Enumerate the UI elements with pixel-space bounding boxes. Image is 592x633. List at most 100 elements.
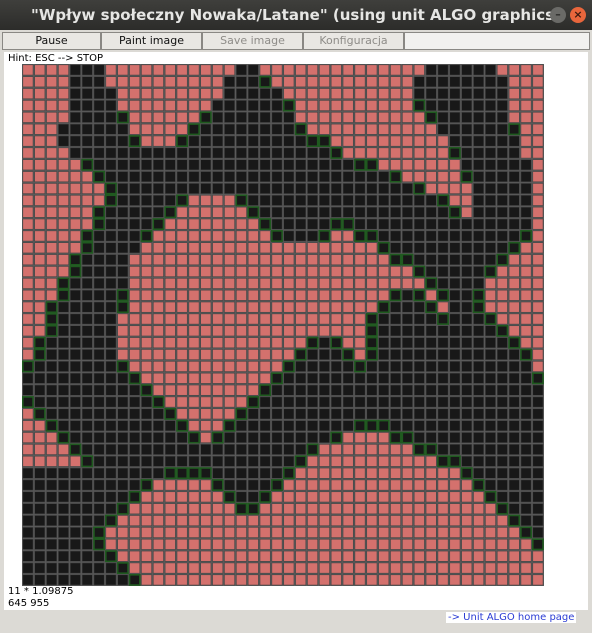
grid-cell <box>318 538 330 550</box>
cell-grid[interactable] <box>22 64 544 586</box>
grid-cell <box>200 218 212 230</box>
grid-cell <box>117 515 129 527</box>
grid-cell <box>283 562 295 574</box>
grid-cell <box>200 349 212 361</box>
grid-cell <box>390 159 402 171</box>
grid-cell <box>69 64 81 76</box>
canvas-area[interactable]: Hint: ESC --> STOP 11 * 1.09875 645 955 <box>4 52 588 610</box>
grid-cell <box>46 467 58 479</box>
grid-cell <box>58 183 69 194</box>
grid-cell <box>105 194 117 207</box>
grid-cell <box>69 171 81 183</box>
grid-cell <box>34 76 46 88</box>
grid-cell <box>22 444 34 455</box>
grid-cell <box>402 159 413 171</box>
grid-cell <box>318 479 330 491</box>
grid-cell <box>212 194 224 206</box>
close-icon[interactable]: × <box>570 7 586 23</box>
grid-cell <box>496 408 508 420</box>
grid-cell <box>496 183 508 194</box>
grid-cell <box>295 111 307 123</box>
save-image-button[interactable]: Save image <box>202 32 303 50</box>
grid-cell <box>81 444 93 455</box>
grid-cell <box>365 419 378 432</box>
grid-cell <box>117 349 129 361</box>
grid-cell <box>164 159 176 171</box>
grid-cell <box>105 254 117 266</box>
grid-cell <box>164 444 176 455</box>
grid-cell <box>105 289 117 301</box>
algo-home-link[interactable]: -> Unit ALGO home page <box>446 612 577 623</box>
grid-cell <box>34 64 46 76</box>
grid-cell <box>413 111 425 123</box>
grid-cell <box>496 550 508 562</box>
grid-cell <box>485 550 496 562</box>
grid-cell <box>188 218 200 230</box>
minimize-icon[interactable]: – <box>550 7 566 23</box>
grid-cell <box>354 515 366 527</box>
grid-cell <box>200 325 212 337</box>
grid-cell <box>224 254 235 266</box>
grid-cell <box>117 479 129 491</box>
grid-cell <box>449 349 461 361</box>
grid-cell <box>413 408 425 420</box>
grid-cell <box>46 455 58 467</box>
grid-cell <box>129 349 141 361</box>
grid-cell <box>460 467 473 480</box>
grid-cell <box>141 242 152 254</box>
grid-cell <box>402 313 413 325</box>
grid-cell <box>354 550 366 562</box>
grid-cell <box>224 242 235 254</box>
grid-cell <box>81 135 93 147</box>
grid-cell <box>259 301 271 313</box>
grid-cell <box>295 325 307 337</box>
grid-cell <box>81 76 93 88</box>
grid-cell <box>200 538 212 550</box>
grid-cell <box>69 372 81 384</box>
grid-cell <box>129 123 141 135</box>
grid-cell <box>425 467 437 479</box>
grid-cell <box>378 384 390 396</box>
status-line-2: 645 955 <box>8 598 50 609</box>
grid-cell <box>366 527 378 538</box>
grid-cell <box>485 479 496 491</box>
grid-cell <box>212 384 224 396</box>
grid-cell <box>390 206 402 218</box>
grid-cell <box>188 538 200 550</box>
grid-cell <box>93 123 105 135</box>
grid-cell <box>200 313 212 325</box>
grid-cell <box>129 100 141 111</box>
grid-cell <box>188 159 200 171</box>
grid-cell <box>141 266 152 277</box>
grid-cell <box>354 527 366 538</box>
grid-cell <box>152 396 165 408</box>
grid-cell <box>235 289 247 301</box>
grid-cell <box>235 88 247 100</box>
grid-cell <box>449 301 461 313</box>
grid-cell <box>354 479 366 491</box>
grid-cell <box>378 491 390 503</box>
grid-cell <box>81 408 93 420</box>
grid-cell <box>330 515 342 527</box>
toolbar-spacer <box>404 32 590 50</box>
grid-cell <box>117 135 129 147</box>
grid-cell <box>437 349 449 361</box>
grid-cell <box>152 76 164 88</box>
pause-button[interactable]: Pause <box>2 32 101 50</box>
grid-cell <box>212 408 224 420</box>
grid-cell <box>496 491 508 503</box>
paint-image-button[interactable]: Paint image <box>101 32 202 50</box>
grid-cell <box>224 194 235 206</box>
grid-cell <box>93 313 105 325</box>
grid-cell <box>129 313 141 325</box>
grid-cell <box>93 88 105 100</box>
grid-cell <box>318 384 330 396</box>
grid-cell <box>295 313 307 325</box>
grid-cell <box>81 396 93 408</box>
grid-cell <box>34 384 46 396</box>
grid-cell <box>449 408 461 420</box>
window-titlebar[interactable]: "Wpływ społeczny Nowaka/Latane" (using u… <box>0 0 592 30</box>
grid-cell <box>449 218 461 230</box>
config-button[interactable]: Konfiguracja <box>303 32 404 50</box>
grid-cell <box>307 230 319 242</box>
